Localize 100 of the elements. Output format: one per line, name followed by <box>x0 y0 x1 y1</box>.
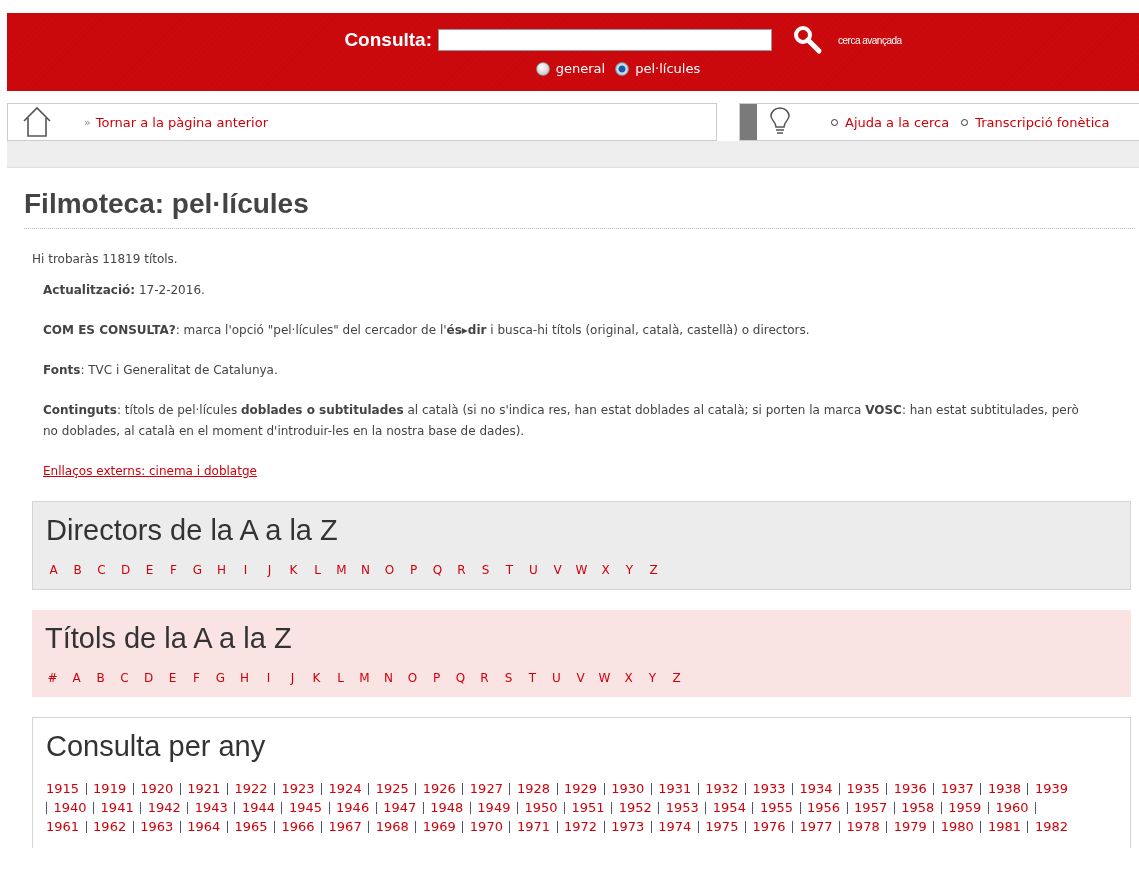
year-link[interactable]: 1934 <box>799 779 833 798</box>
letter-link[interactable]: M <box>357 671 372 685</box>
letter-link[interactable]: I <box>261 671 276 685</box>
radio-button[interactable] <box>535 61 550 76</box>
letter-link[interactable]: A <box>46 563 61 577</box>
letter-link[interactable]: P <box>406 563 421 577</box>
year-link[interactable]: 1933 <box>752 779 786 798</box>
year-link[interactable]: 1927 <box>469 779 503 798</box>
letter-link[interactable]: D <box>118 563 133 577</box>
year-link[interactable]: 1964 <box>187 817 221 836</box>
year-link[interactable]: 1969 <box>422 817 456 836</box>
year-link[interactable]: 1965 <box>234 817 268 836</box>
letter-link[interactable]: J <box>285 671 300 685</box>
letter-link[interactable]: F <box>189 671 204 685</box>
year-link[interactable]: 1926 <box>422 779 456 798</box>
letter-link[interactable]: F <box>166 563 181 577</box>
letter-link[interactable]: M <box>334 563 349 577</box>
year-link[interactable]: 1936 <box>893 779 927 798</box>
letter-link[interactable]: Q <box>453 671 468 685</box>
letter-link[interactable]: E <box>142 563 157 577</box>
letter-link[interactable]: # <box>45 671 60 685</box>
letter-link[interactable]: W <box>597 671 612 685</box>
year-link[interactable]: 1922 <box>234 779 268 798</box>
year-link[interactable]: 1955 <box>759 798 793 817</box>
letter-link[interactable]: G <box>213 671 228 685</box>
letter-link[interactable]: K <box>309 671 324 685</box>
letter-link[interactable]: O <box>405 671 420 685</box>
year-link[interactable]: 1979 <box>893 817 927 836</box>
year-link[interactable]: 1954 <box>712 798 746 817</box>
year-link[interactable]: 1935 <box>846 779 880 798</box>
year-link[interactable]: 1981 <box>987 817 1021 836</box>
year-link[interactable]: 1941 <box>100 798 134 817</box>
year-link[interactable]: 1948 <box>430 798 464 817</box>
letter-link[interactable]: S <box>501 671 516 685</box>
year-link[interactable]: 1962 <box>93 817 127 836</box>
letter-link[interactable]: A <box>69 671 84 685</box>
year-link[interactable]: 1940 <box>53 798 87 817</box>
year-link[interactable]: 1976 <box>752 817 786 836</box>
radio-button[interactable] <box>615 61 630 76</box>
year-link[interactable]: 1970 <box>469 817 503 836</box>
letter-link[interactable]: D <box>141 671 156 685</box>
year-link[interactable]: 1982 <box>1034 817 1069 836</box>
year-link[interactable]: 1977 <box>799 817 833 836</box>
year-link[interactable]: 1942 <box>147 798 181 817</box>
letter-link[interactable]: V <box>573 671 588 685</box>
search-field[interactable] <box>438 29 772 51</box>
letter-link[interactable]: N <box>358 563 373 577</box>
year-link[interactable]: 1950 <box>524 798 558 817</box>
year-link[interactable]: 1957 <box>854 798 888 817</box>
letter-link[interactable]: Z <box>669 671 684 685</box>
year-link[interactable]: 1966 <box>281 817 315 836</box>
letter-link[interactable]: C <box>117 671 132 685</box>
year-link[interactable]: 1943 <box>194 798 228 817</box>
letter-link[interactable]: R <box>477 671 492 685</box>
year-link[interactable]: 1956 <box>807 798 841 817</box>
year-link[interactable]: 1930 <box>611 779 645 798</box>
letter-link[interactable]: Y <box>622 563 637 577</box>
letter-link[interactable]: Q <box>430 563 445 577</box>
year-link[interactable]: 1974 <box>658 817 692 836</box>
year-link[interactable]: 1923 <box>281 779 315 798</box>
letter-link[interactable]: O <box>382 563 397 577</box>
year-link[interactable]: 1949 <box>477 798 511 817</box>
year-link[interactable]: 1975 <box>705 817 739 836</box>
year-link[interactable]: 1928 <box>516 779 551 798</box>
year-link[interactable]: 1924 <box>328 779 362 798</box>
year-link[interactable]: 1945 <box>288 798 323 817</box>
year-link[interactable]: 1915 <box>46 779 80 798</box>
letter-link[interactable]: U <box>549 671 564 685</box>
year-link[interactable]: 1951 <box>571 798 605 817</box>
year-link[interactable]: 1958 <box>901 798 935 817</box>
letter-link[interactable]: U <box>526 563 541 577</box>
letter-link[interactable]: W <box>574 563 589 577</box>
year-link[interactable]: 1937 <box>940 779 974 798</box>
letter-link[interactable]: H <box>237 671 252 685</box>
letter-link[interactable]: N <box>381 671 396 685</box>
year-link[interactable]: 1980 <box>940 817 974 836</box>
letter-link[interactable]: G <box>190 563 205 577</box>
year-link[interactable]: 1972 <box>564 817 598 836</box>
letter-link[interactable]: R <box>454 563 469 577</box>
year-link[interactable]: 1931 <box>658 779 692 798</box>
year-link[interactable]: 1947 <box>383 798 417 817</box>
letter-link[interactable]: I <box>238 563 253 577</box>
year-link[interactable]: 1932 <box>705 779 739 798</box>
year-link[interactable]: 1938 <box>987 779 1021 798</box>
back-link[interactable]: Tornar a la pàgina anterior <box>95 114 268 130</box>
year-link[interactable]: 1978 <box>846 817 880 836</box>
year-link[interactable]: 1973 <box>611 817 645 836</box>
home-icon[interactable] <box>22 106 52 138</box>
external-links-link[interactable]: Enllaços externs: cinema i doblatge <box>43 464 257 478</box>
letter-link[interactable]: T <box>525 671 540 685</box>
year-link[interactable]: 1946 <box>336 798 370 817</box>
year-link[interactable]: 1925 <box>375 779 409 798</box>
year-link[interactable]: 1929 <box>564 779 598 798</box>
letter-link[interactable]: Z <box>646 563 661 577</box>
year-link[interactable]: 1919 <box>93 779 127 798</box>
help-link[interactable]: Ajuda a la cerca <box>845 114 950 130</box>
letter-link[interactable]: B <box>70 563 85 577</box>
year-link[interactable]: 1960 <box>995 798 1029 817</box>
radio-label[interactable]: pel·lícules <box>635 61 701 76</box>
letter-link[interactable]: K <box>286 563 301 577</box>
